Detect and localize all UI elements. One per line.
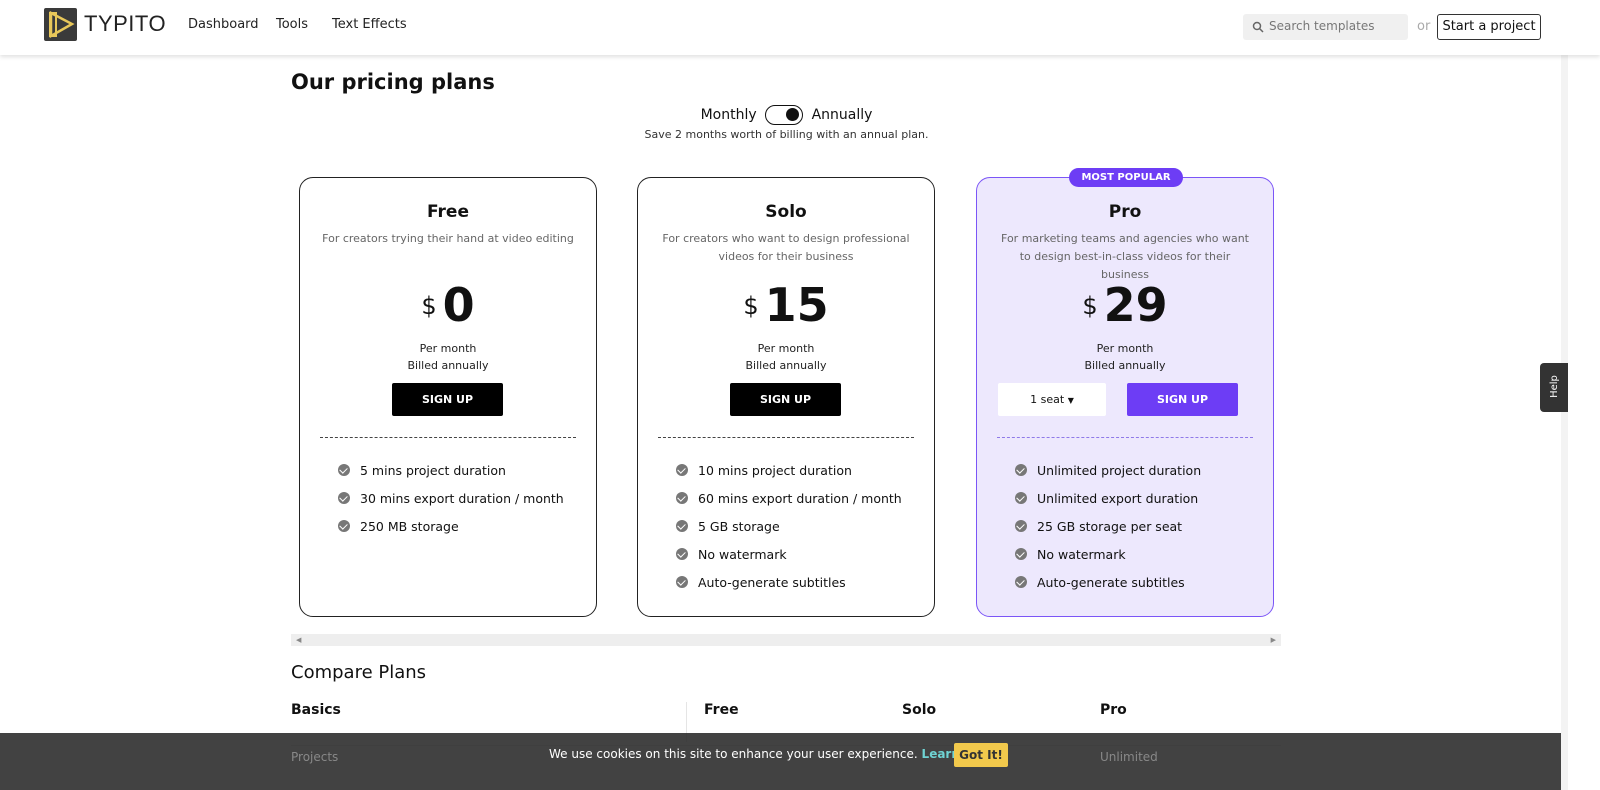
compare-cell: Projects — [291, 750, 339, 764]
cookie-message: We use cookies on this site to enhance y… — [549, 747, 918, 761]
start-project-button[interactable]: Start a project — [1437, 14, 1541, 40]
feature-item: Unlimited export duration — [1015, 484, 1201, 512]
feature-item: No watermark — [676, 540, 902, 568]
price-amount: 29 — [1103, 278, 1168, 332]
search-input[interactable]: Search templates — [1243, 14, 1408, 40]
plan-price: $15 — [638, 278, 934, 334]
feature-item: Unlimited project duration — [1015, 456, 1201, 484]
check-icon — [676, 576, 688, 588]
billing-toggle[interactable] — [765, 105, 804, 125]
help-tab[interactable]: Help — [1540, 363, 1568, 412]
scroll-right-icon[interactable]: ▶ — [1271, 634, 1276, 646]
top-nav: TYPITO Dashboard Tools Text Effects Sear… — [0, 0, 1600, 55]
per-month: Per month — [419, 342, 477, 355]
feature-item: Auto-generate subtitles — [1015, 568, 1201, 596]
currency: $ — [743, 292, 759, 320]
search-placeholder: Search templates — [1269, 19, 1375, 33]
scroll-left-icon[interactable]: ◀ — [296, 634, 301, 646]
most-popular-badge: MOST POPULAR — [1069, 168, 1183, 187]
compare-header-basics: Basics — [291, 702, 341, 718]
feature-item: No watermark — [1015, 540, 1201, 568]
nav-text-effects[interactable]: Text Effects — [332, 17, 407, 32]
sign-up-button[interactable]: SIGN UP — [392, 383, 503, 416]
plan-desc: For creators who want to design professi… — [662, 232, 910, 263]
compare-cell: Unlimited — [1100, 750, 1158, 764]
check-icon — [1015, 548, 1027, 560]
seat-select[interactable]: 1 seat ▼ — [998, 383, 1106, 416]
got-it-button[interactable]: Got It! — [954, 743, 1008, 767]
compare-header-pro: Pro — [1100, 702, 1127, 718]
vertical-scrollbar[interactable] — [1561, 55, 1568, 790]
plan-price: $29 — [977, 278, 1273, 334]
currency: $ — [421, 292, 437, 320]
feature-item: 30 mins export duration / month — [338, 484, 564, 512]
price-amount: 15 — [764, 278, 829, 332]
currency: $ — [1082, 292, 1098, 320]
check-icon — [676, 520, 688, 532]
per-month: Per month — [757, 342, 815, 355]
feature-item: 10 mins project duration — [676, 456, 902, 484]
billed-annually: Billed annually — [1084, 359, 1166, 372]
check-icon — [1015, 492, 1027, 504]
typito-logo-icon[interactable] — [44, 8, 77, 41]
check-icon — [338, 492, 350, 504]
feature-item: 60 mins export duration / month — [676, 484, 902, 512]
billed-annually: Billed annually — [407, 359, 489, 372]
check-icon — [1015, 520, 1027, 532]
divider — [658, 437, 914, 438]
check-icon — [338, 464, 350, 476]
plan-desc: For creators trying their hand at video … — [322, 232, 574, 245]
billed-annually: Billed annually — [745, 359, 827, 372]
brand-name[interactable]: TYPITO — [84, 11, 166, 37]
feature-item: Auto-generate subtitles — [676, 568, 902, 596]
feature-list: 5 mins project duration 30 mins export d… — [338, 456, 564, 540]
horizontal-scrollbar[interactable]: ◀ ▶ — [291, 634, 1281, 646]
feature-item: 25 GB storage per seat — [1015, 512, 1201, 540]
plan-desc: For marketing teams and agencies who wan… — [1001, 232, 1249, 281]
per-month: Per month — [1096, 342, 1154, 355]
divider — [320, 437, 576, 438]
plan-name: Free — [427, 202, 469, 222]
plan-card-pro: MOST POPULAR Pro For marketing teams and… — [976, 168, 1274, 617]
compare-header-solo: Solo — [902, 702, 937, 718]
search-icon — [1252, 21, 1264, 33]
or-text: or — [1417, 19, 1431, 34]
feature-item: 5 GB storage — [676, 512, 902, 540]
nav-dashboard[interactable]: Dashboard — [188, 17, 259, 32]
check-icon — [1015, 576, 1027, 588]
compare-header-free: Free — [704, 702, 739, 718]
price-amount: 0 — [442, 278, 475, 332]
divider — [997, 437, 1253, 438]
monthly-label[interactable]: Monthly — [701, 107, 757, 123]
plan-card-free: Free For creators trying their hand at v… — [299, 177, 597, 617]
check-icon — [676, 464, 688, 476]
page-title: Our pricing plans — [291, 70, 495, 94]
compare-title: Compare Plans — [291, 662, 427, 683]
check-icon — [1015, 464, 1027, 476]
nav-tools[interactable]: Tools — [276, 17, 308, 32]
save-note: Save 2 months worth of billing with an a… — [644, 128, 929, 141]
plan-name: Solo — [765, 202, 807, 222]
cookie-banner: Projects Unlimited We use cookies on thi… — [0, 733, 1561, 790]
plan-name: Pro — [1108, 202, 1142, 222]
feature-list: 10 mins project duration 60 mins export … — [676, 456, 902, 596]
sign-up-button[interactable]: SIGN UP — [730, 383, 841, 416]
feature-item: 250 MB storage — [338, 512, 564, 540]
feature-item: 5 mins project duration — [338, 456, 564, 484]
sign-up-button[interactable]: SIGN UP — [1127, 383, 1238, 416]
feature-list: Unlimited project duration Unlimited exp… — [1015, 456, 1201, 596]
check-icon — [676, 492, 688, 504]
check-icon — [338, 520, 350, 532]
caret-down-icon: ▼ — [1067, 396, 1074, 405]
plan-price: $0 — [300, 278, 596, 334]
billing-toggle-row: Monthly Annually — [0, 105, 1573, 125]
annually-label[interactable]: Annually — [812, 107, 873, 123]
plan-card-solo: Solo For creators who want to design pro… — [637, 177, 935, 617]
check-icon — [676, 548, 688, 560]
